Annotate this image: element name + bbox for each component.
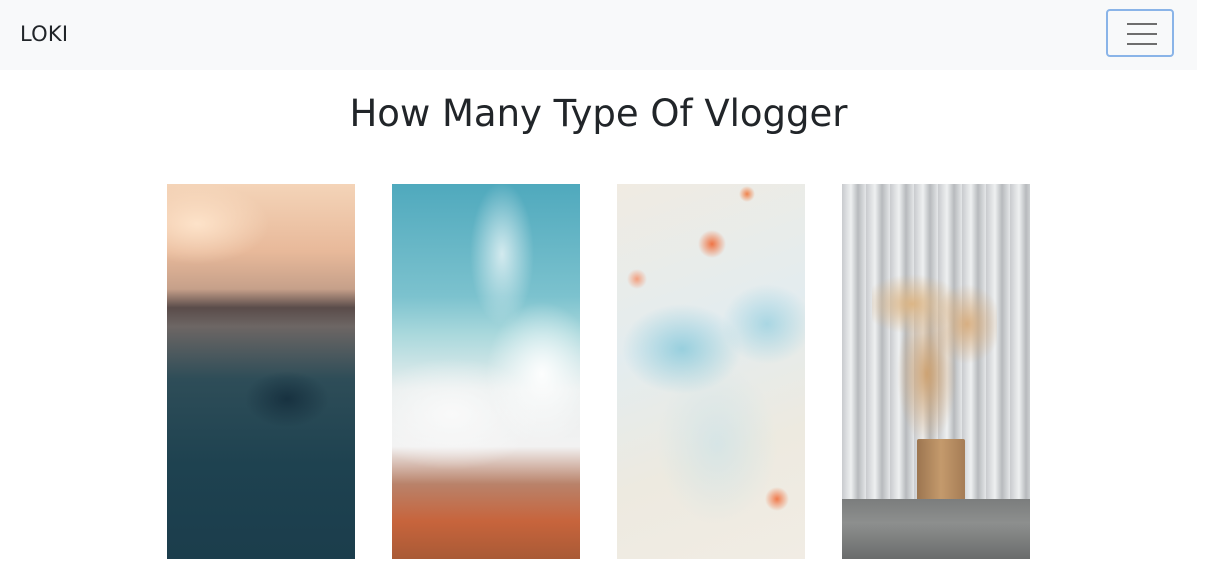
gallery-card-wave-splash[interactable] (392, 184, 580, 559)
coffee-splash-shape (872, 264, 997, 444)
coffee-splash-image (842, 184, 1030, 559)
page-title: How Many Type Of Vlogger (349, 92, 848, 135)
sea-splash-image (167, 184, 355, 559)
navbar-brand[interactable]: LOKI (20, 22, 68, 46)
wave-splash-image (392, 184, 580, 559)
gallery-card-paint-swirl[interactable] (617, 184, 805, 559)
paint-swirl-image (617, 184, 805, 559)
navbar: LOKI (0, 0, 1197, 70)
gallery-card-coffee-splash[interactable] (842, 184, 1030, 559)
gallery-card-sea-splash[interactable] (167, 184, 355, 559)
navbar-toggler-button[interactable] (1106, 9, 1174, 57)
hamburger-menu-icon (1127, 23, 1157, 45)
